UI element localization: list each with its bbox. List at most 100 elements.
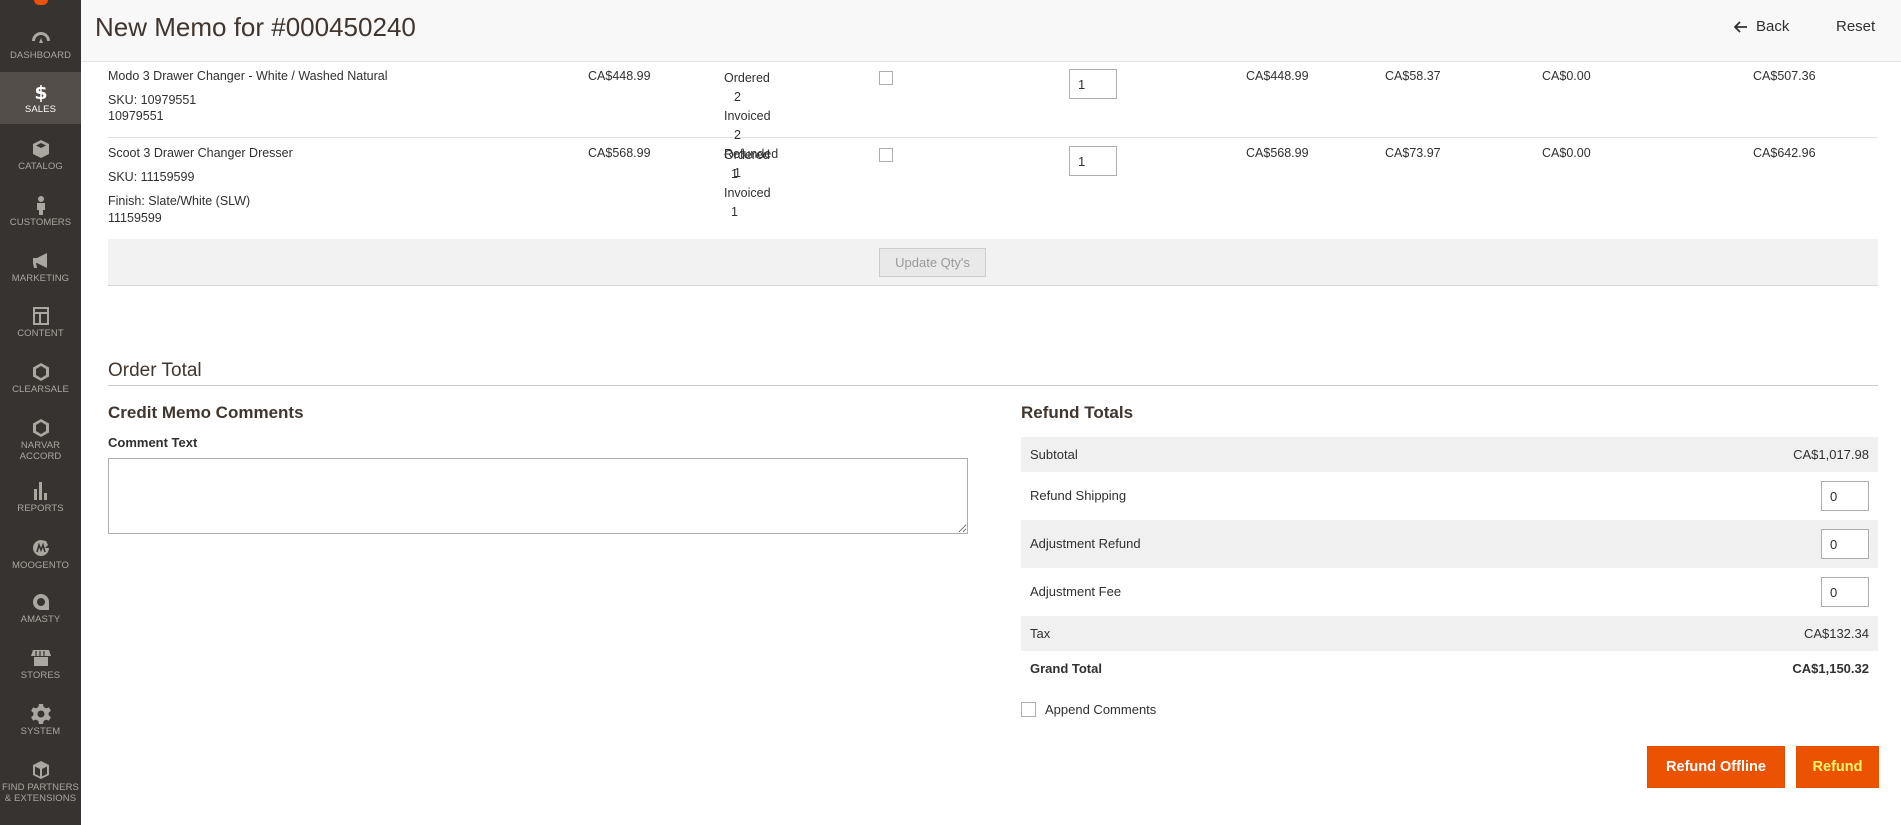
sidebar-item-amasty[interactable]: AMASTY [0,592,81,632]
storefront-icon [30,650,51,666]
order-total-heading: Order Total [108,360,202,381]
subtotal-row: Subtotal CA$1,017.98 [1021,437,1878,472]
sidebar-item-dashboard[interactable]: DASHBOARD [0,28,81,68]
return-to-stock-checkbox[interactable] [879,71,893,85]
return-to-stock-cell [879,148,893,165]
append-comments-checkbox[interactable] [1021,702,1036,717]
sidebar-item-label: CONTENT [17,328,64,339]
credit-memo-comments-heading: Credit Memo Comments [108,403,304,422]
qty-value: 1 [731,167,738,181]
qty-to-refund-cell [1069,69,1117,99]
refund-shipping-input[interactable] [1821,481,1869,511]
table-row: Scoot 3 Drawer Changer Dresser SKU: 1115… [108,138,1878,239]
sidebar-item-label: DASHBOARD [9,50,72,61]
return-to-stock-cell [879,71,893,88]
sidebar-item-sales[interactable]: $ SALES [0,72,81,124]
magento-logo[interactable] [34,0,48,5]
product-sku: SKU: 10979551 [108,93,197,107]
refund-button[interactable]: Refund [1796,746,1879,788]
refund-totals-heading: Refund Totals [1021,403,1134,422]
layout-icon [32,307,49,325]
sidebar-item-label: STORES [20,670,61,681]
discount-cell: CA$0.00 [1542,146,1591,160]
grand-total-row: Grand Total CA$1,150.32 [1021,651,1878,687]
adjustment-refund-label: Adjustment Refund [1030,536,1141,551]
sidebar-item-customers[interactable]: CUSTOMERS [0,195,81,235]
sidebar-item-label: NARVAR [20,440,61,451]
sidebar-item-label: ACCORD [19,451,62,462]
discount-cell: CA$0.00 [1542,69,1591,83]
sidebar-item-moogento[interactable]: MOOGENTO [0,538,81,578]
table-row: Modo 3 Drawer Changer - White / Washed N… [108,62,1878,180]
sidebar-item-label: SALES [24,104,57,115]
page-title: New Memo for #000450240 [95,12,416,42]
sidebar-item-reports[interactable]: REPORTS [0,481,81,521]
adjustment-fee-label: Adjustment Fee [1030,584,1122,599]
sidebar-item-content[interactable]: CONTENT [0,306,81,346]
tax-label: Tax [1030,626,1051,641]
sidebar-item-find-partners[interactable]: FIND PARTNERS & EXTENSIONS [0,760,81,812]
subtotal-value: CA$1,017.98 [1793,447,1869,462]
back-button[interactable]: Back [1734,18,1789,35]
adjustment-fee-input[interactable] [1821,577,1869,607]
sidebar-item-label: & EXTENSIONS [4,793,77,804]
sidebar-item-label: MOOGENTO [11,560,70,571]
admin-sidebar: DASHBOARD $ SALES CATALOG CUSTOMERS MARK… [0,0,81,825]
product-option: Finish: Slate/White (SLW) [108,194,251,208]
bar-chart-icon [33,482,47,500]
sidebar-item-label: MARKETING [11,273,70,284]
grand-total-label: Grand Total [1030,661,1102,676]
sidebar-item-stores[interactable]: STORES [0,648,81,688]
append-comments-option[interactable]: Append Comments [1021,702,1156,717]
comment-textarea[interactable] [108,458,968,534]
qty-to-refund-input[interactable] [1069,69,1117,99]
svg-text:$: $ [34,82,47,102]
box-icon [32,140,49,158]
gear-icon [30,704,51,724]
tax-cell: CA$58.37 [1385,69,1441,83]
back-label: Back [1756,18,1790,35]
sidebar-item-marketing[interactable]: MARKETING [0,251,81,291]
return-to-stock-checkbox[interactable] [879,148,893,162]
product-code: 10979551 [108,109,164,123]
sidebar-item-clearsale[interactable]: CLEARSALE [0,362,81,402]
refund-shipping-label: Refund Shipping [1030,488,1127,503]
update-qty-button[interactable]: Update Qty's [879,248,986,277]
qty-value: 1 [731,205,738,219]
product-name: Scoot 3 Drawer Changer Dresser [108,146,293,160]
qty-label: Ordered [724,71,770,85]
sidebar-item-label: CUSTOMERS [9,217,72,228]
sidebar-item-system[interactable]: SYSTEM [0,704,81,744]
refund-totals-table: Subtotal CA$1,017.98 Refund Shipping Adj… [1021,437,1878,687]
adjustment-refund-row: Adjustment Refund [1021,520,1878,568]
dollar-icon: $ [34,82,47,102]
sidebar-item-label: SYSTEM [20,726,61,737]
qty-label: Ordered [724,148,770,162]
subtotal-cell: CA$568.99 [1246,146,1309,160]
speedometer-icon [31,32,50,43]
tax-cell: CA$73.97 [1385,146,1441,160]
adjustment-fee-row: Adjustment Fee [1021,568,1878,616]
grand-total-value: CA$1,150.32 [1792,661,1869,676]
sidebar-item-label: AMASTY [20,614,61,625]
qty-to-refund-input[interactable] [1069,146,1117,176]
tax-value: CA$132.34 [1803,626,1869,641]
sidebar-item-label: CLEARSALE [12,384,69,395]
megaphone-icon [32,253,47,268]
refund-offline-button[interactable]: Refund Offline [1647,746,1785,788]
update-qty-bar: Update Qty's [108,239,1878,286]
reset-button[interactable]: Reset [1836,18,1875,35]
product-cell: Scoot 3 Drawer Changer Dresser SKU: 1115… [108,146,293,226]
divider [108,385,1878,386]
sidebar-item-catalog[interactable]: CATALOG [0,139,81,179]
product-cell: Modo 3 Drawer Changer - White / Washed N… [108,69,388,123]
hexagon-icon [32,363,49,381]
product-sku: SKU: 11159599 [108,170,195,184]
qty-label: Invoiced [724,186,771,200]
adjustment-refund-input[interactable] [1821,529,1869,559]
price-cell: CA$448.99 [588,69,651,83]
arrow-left-icon [1734,20,1747,33]
subtotal-label: Subtotal [1030,447,1078,462]
sidebar-item-narvar-accord[interactable]: NARVAR ACCORD [0,418,81,470]
qty-to-refund-cell [1069,146,1117,176]
